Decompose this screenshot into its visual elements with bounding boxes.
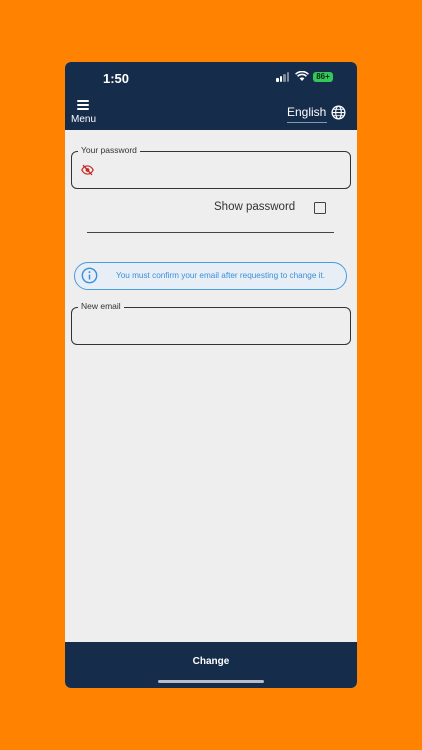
home-indicator	[158, 680, 264, 683]
language-label: English	[287, 105, 327, 119]
battery-icon: 86+	[313, 72, 333, 82]
divider	[87, 232, 334, 233]
show-password-label: Show password	[214, 201, 296, 213]
password-field[interactable]: Your password	[71, 145, 351, 189]
new-email-label: New email	[78, 301, 124, 311]
info-icon	[81, 267, 98, 284]
wifi-icon	[295, 71, 309, 81]
menu-icon	[77, 100, 89, 110]
new-email-field[interactable]: New email	[71, 301, 351, 345]
info-text: You must confirm your email after reques…	[116, 271, 326, 280]
eye-off-icon[interactable]	[81, 164, 94, 176]
password-label: Your password	[78, 145, 140, 155]
signal-icon	[276, 72, 290, 82]
bottom-bar: Change	[65, 642, 357, 688]
change-button[interactable]: Change	[165, 650, 257, 672]
app-bar: Menu English	[65, 94, 357, 130]
show-password-checkbox[interactable]	[314, 202, 326, 214]
phone-screen: 1:50 86+ Menu English Your password Show…	[65, 62, 357, 688]
menu-button[interactable]: Menu	[69, 98, 99, 128]
status-bar: 1:50 86+	[65, 62, 357, 94]
password-input[interactable]	[100, 160, 344, 182]
info-banner: You must confirm your email after reques…	[74, 262, 347, 290]
globe-icon	[331, 105, 346, 120]
menu-label: Menu	[71, 114, 97, 125]
status-time: 1:50	[103, 71, 130, 86]
language-selector[interactable]: English	[285, 102, 355, 126]
language-underline	[287, 122, 327, 123]
new-email-input[interactable]	[80, 316, 344, 338]
